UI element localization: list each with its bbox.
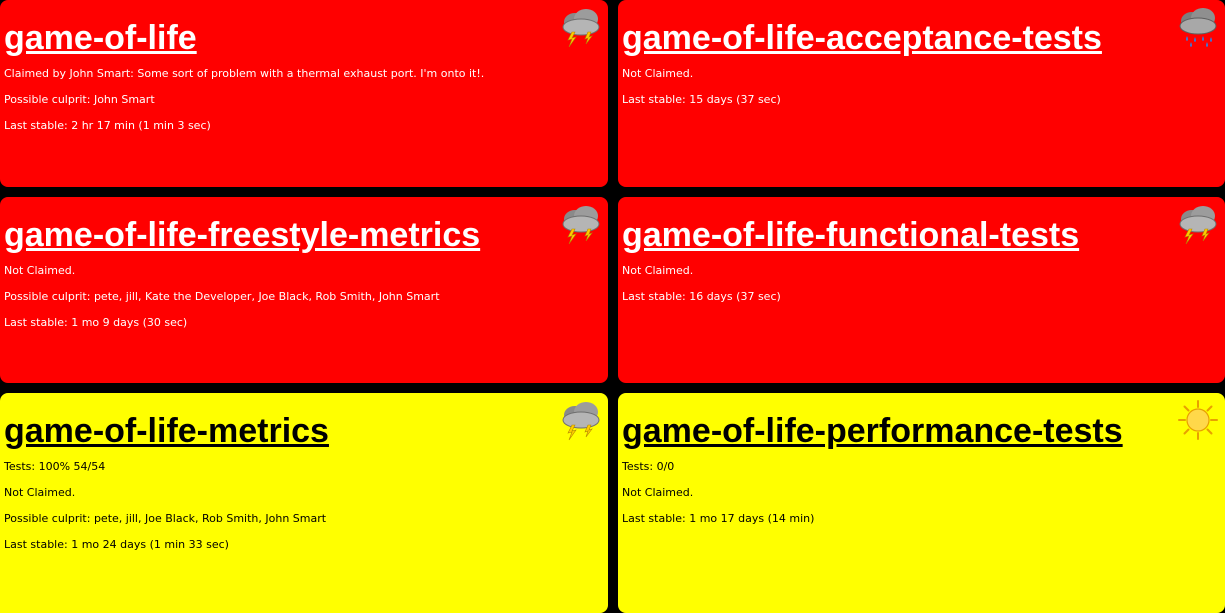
claim-info: Not Claimed. (622, 264, 694, 277)
job-link-game-of-life-performance-tests[interactable]: game-of-life-performance-tests (622, 413, 1123, 449)
job-tile-game-of-life-acceptance-tests: game-of-life-acceptance-tests Not Claime… (618, 0, 1225, 187)
job-tile-game-of-life-freestyle-metrics: game-of-life-freestyle-metrics Not Claim… (0, 197, 608, 383)
last-stable: Last stable: 1 mo 9 days (30 sec) (4, 316, 188, 329)
thunderstorm-icon (562, 206, 600, 245)
job-tile-game-of-life: game-of-life Claimed by John Smart: Some… (0, 0, 608, 187)
possible-culprit: Possible culprit: pete, jill, Kate the D… (4, 290, 440, 303)
last-stable: Last stable: 15 days (37 sec) (622, 93, 781, 106)
last-stable: Last stable: 16 days (37 sec) (622, 290, 781, 303)
job-tile-game-of-life-metrics: game-of-life-metrics Tests: 100% 54/54 N… (0, 393, 608, 613)
claim-info: Claimed by John Smart: Some sort of prob… (4, 67, 485, 80)
last-stable: Last stable: 1 mo 24 days (1 min 33 sec) (4, 538, 229, 551)
claim-info: Not Claimed. (622, 67, 694, 80)
rain-cloud-icon (1179, 8, 1217, 47)
job-link-game-of-life[interactable]: game-of-life (4, 20, 197, 56)
sun-icon (1178, 400, 1218, 440)
job-tile-game-of-life-functional-tests: game-of-life-functional-tests Not Claime… (618, 197, 1225, 383)
job-link-game-of-life-functional-tests[interactable]: game-of-life-functional-tests (622, 217, 1079, 253)
job-link-game-of-life-acceptance-tests[interactable]: game-of-life-acceptance-tests (622, 20, 1102, 56)
possible-culprit: Possible culprit: pete, jill, Joe Black,… (4, 512, 327, 525)
job-tile-game-of-life-performance-tests: game-of-life-performance-tests Tests: 0/… (618, 393, 1225, 613)
possible-culprit: Possible culprit: John Smart (4, 93, 155, 106)
claim-info: Not Claimed. (622, 486, 694, 499)
thunderstorm-icon (562, 402, 600, 441)
build-radiator: game-of-life Claimed by John Smart: Some… (0, 0, 1225, 613)
thunderstorm-icon (1179, 206, 1217, 245)
claim-info: Not Claimed. (4, 486, 76, 499)
claim-info: Not Claimed. (4, 264, 76, 277)
last-stable: Last stable: 2 hr 17 min (1 min 3 sec) (4, 119, 211, 132)
job-link-game-of-life-metrics[interactable]: game-of-life-metrics (4, 413, 329, 449)
test-results: Tests: 0/0 (622, 460, 675, 473)
last-stable: Last stable: 1 mo 17 days (14 min) (622, 512, 815, 525)
thunderstorm-icon (562, 9, 600, 48)
test-results: Tests: 100% 54/54 (4, 460, 106, 473)
job-link-game-of-life-freestyle-metrics[interactable]: game-of-life-freestyle-metrics (4, 217, 480, 253)
